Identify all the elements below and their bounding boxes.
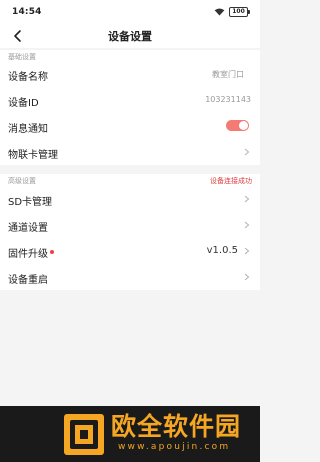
chevron-right-icon [244,247,250,255]
update-dot-icon [50,250,54,254]
firmware-label-text: 固件升级 [8,249,48,260]
chevron-right-icon [244,195,250,203]
channel-settings-row[interactable]: 通道设置 [0,212,260,238]
device-name-label: 设备名称 [8,72,48,83]
status-time: 14:54 [12,7,42,17]
page-title: 设备设置 [108,30,152,43]
device-name-value: 教室门口 [212,70,244,79]
device-id-label: 设备ID [8,98,39,109]
nav-bar: 设备设置 [0,24,260,48]
device-name-row[interactable]: 设备名称 教室门口 [0,61,260,87]
status-bar: 14:54 100 [0,0,260,24]
watermark-banner: 欧全软件园 www.apoujin.com [0,406,260,462]
iot-card-label: 物联卡管理 [8,150,58,161]
notification-row: 消息通知 [0,113,260,139]
toggle-knob [239,121,248,130]
firmware-version: v1.0.5 [206,245,238,256]
device-id-value: 103231143 [205,95,251,104]
firmware-upgrade-row[interactable]: 固件升级 v1.0.5 [0,238,260,264]
channel-label: 通道设置 [8,223,48,234]
watermark-url: www.apoujin.com [118,442,231,452]
sd-card-row[interactable]: SD卡管理 [0,186,260,212]
sd-card-label: SD卡管理 [8,197,53,208]
watermark-brand: 欧全软件园 [111,412,242,441]
connection-status: 设备连接成功 [210,177,252,185]
restart-label: 设备重启 [8,275,48,286]
status-icons: 100 [214,7,250,17]
chevron-right-icon [244,273,250,281]
notification-label: 消息通知 [8,124,48,135]
device-restart-row[interactable]: 设备重启 [0,264,260,290]
notification-toggle[interactable] [226,120,249,131]
chevron-right-icon [244,221,250,229]
firmware-label: 固件升级 [8,245,54,260]
chevron-right-icon [244,148,250,156]
wifi-icon [214,8,225,16]
iot-card-row[interactable]: 物联卡管理 [0,139,260,165]
advanced-section-title: 高级设置 [8,177,36,185]
device-id-row: 设备ID 103231143 [0,87,260,113]
battery-icon: 100 [229,7,250,17]
battery-level: 100 [232,8,245,15]
brand-logo-icon [64,414,104,455]
